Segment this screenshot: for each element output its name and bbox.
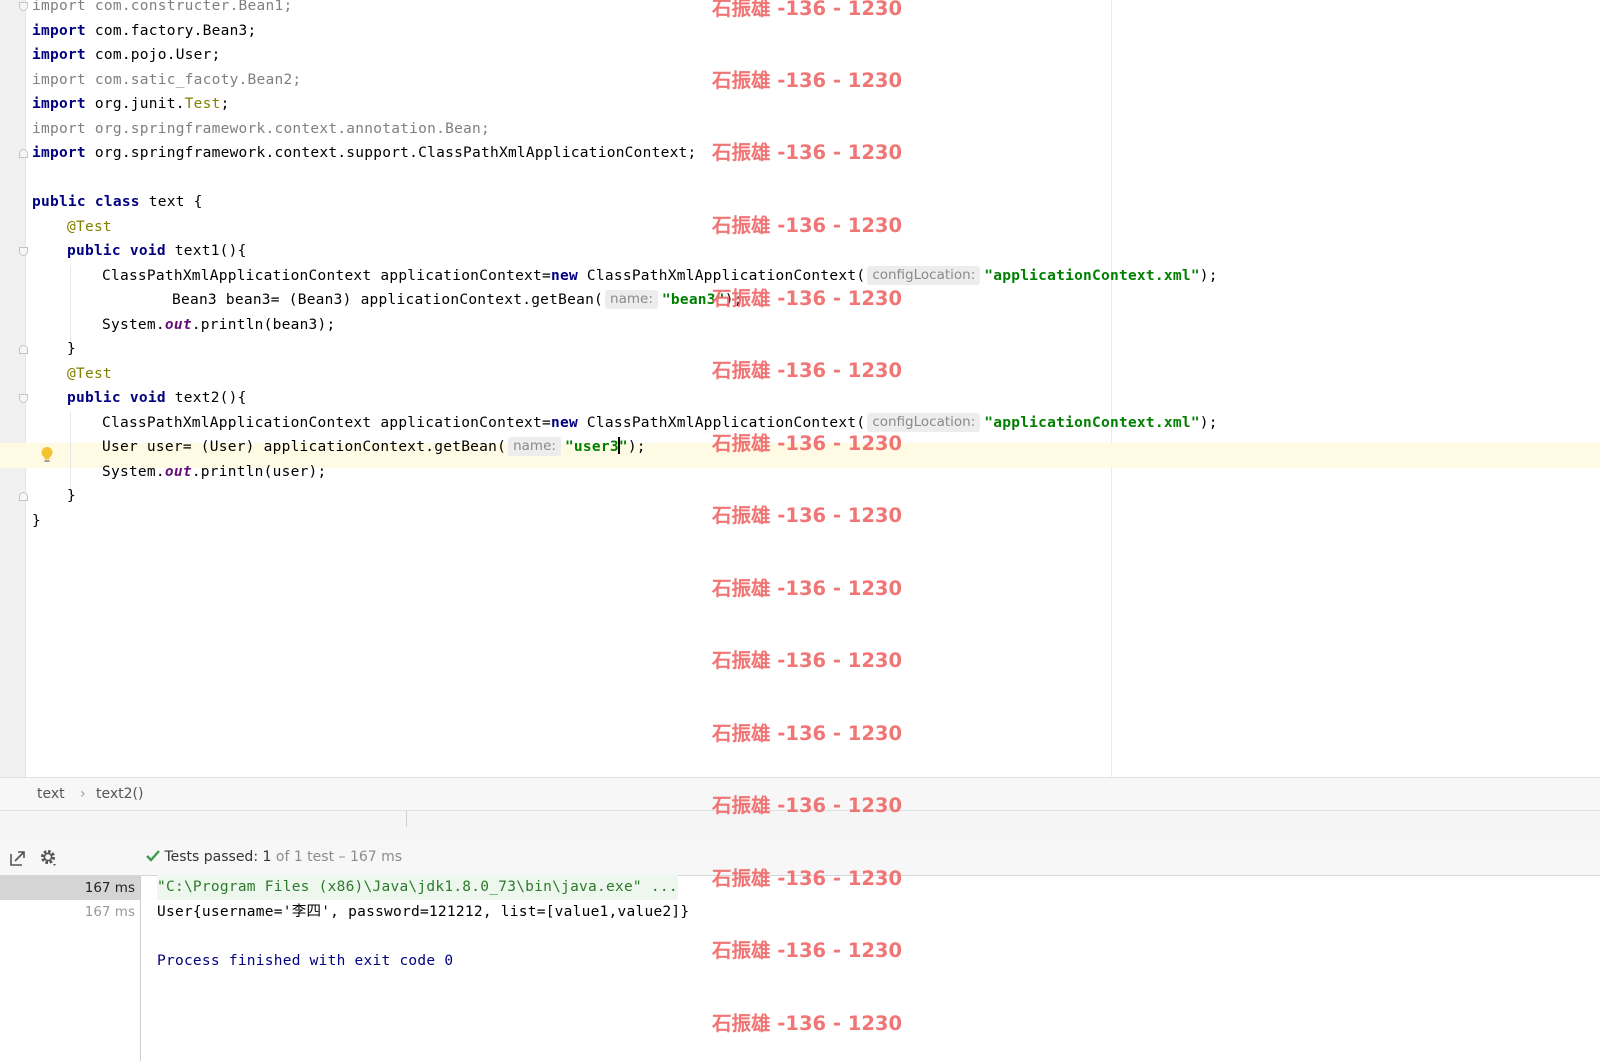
restore-layout-icon[interactable] xyxy=(8,848,28,868)
fold-marker-icon[interactable] xyxy=(19,247,28,256)
breadcrumb-item-method[interactable]: text2() xyxy=(96,786,143,802)
panel-divider[interactable] xyxy=(0,810,1600,842)
test-annotation: @Test xyxy=(67,218,112,235)
gear-icon[interactable] xyxy=(39,848,59,868)
fold-marker-icon[interactable] xyxy=(19,2,28,11)
code-editor[interactable]: import com.constructer.Bean1; import com… xyxy=(0,0,1600,777)
import-line: import org.springframework.context.annot… xyxy=(32,120,490,137)
parameter-hint: configLocation: xyxy=(867,265,981,285)
import-line: import com.constructer.Bean1; xyxy=(32,0,293,14)
import-line: import com.pojo.User; xyxy=(32,47,221,63)
import-line: import org.springframework.context.suppo… xyxy=(32,145,697,161)
console-output-line: User{username='李四', password=121212, lis… xyxy=(157,904,690,920)
test-annotation: @Test xyxy=(67,365,112,382)
lightbulb-icon[interactable] xyxy=(40,446,54,464)
import-line: import com.factory.Bean3; xyxy=(32,22,257,39)
test-status: Tests passed: 1 of 1 test – 167 ms xyxy=(146,849,402,865)
closing-brace: } xyxy=(67,488,76,504)
splitter-tick xyxy=(406,811,407,827)
console-output[interactable]: "C:\Program Files (x86)\Java\jdk1.8.0_73… xyxy=(141,875,1600,1061)
closing-brace: } xyxy=(32,512,41,529)
parameter-hint: name: xyxy=(508,437,561,456)
test-tree[interactable]: 167 ms 167 ms xyxy=(0,876,141,1061)
console-command-line[interactable]: "C:\Program Files (x86)\Java\jdk1.8.0_73… xyxy=(157,875,678,900)
closing-brace: } xyxy=(67,341,76,357)
fold-marker-icon[interactable] xyxy=(19,149,28,158)
method-signature: public void text2(){ xyxy=(67,390,247,406)
code-line-current[interactable]: User user= (User) applicationContext.get… xyxy=(102,435,646,460)
fold-marker-icon[interactable] xyxy=(19,492,28,501)
code-line: ClassPathXmlApplicationContext applicati… xyxy=(102,265,1218,285)
import-line: import com.satic_facoty.Bean2; xyxy=(32,71,302,88)
code-line: System.out.println(bean3); xyxy=(102,316,336,333)
parameter-hint: name: xyxy=(605,290,658,309)
console-exit-line: Process finished with exit code 0 xyxy=(157,953,454,969)
editor-gutter[interactable] xyxy=(0,0,26,777)
run-toolbar: Tests passed: 1 of 1 test – 167 ms xyxy=(0,841,1600,876)
import-line: import org.junit.Test; xyxy=(32,96,230,112)
right-margin-guide xyxy=(1111,0,1112,777)
method-signature: public void text1(){ xyxy=(67,243,247,259)
code-line: System.out.println(user); xyxy=(102,463,327,480)
code-line: ClassPathXmlApplicationContext applicati… xyxy=(102,412,1218,432)
check-icon xyxy=(146,850,160,862)
test-row[interactable]: 167 ms xyxy=(0,900,140,924)
breadcrumb-item-class[interactable]: text xyxy=(37,786,65,802)
breadcrumb-separator: › xyxy=(80,786,86,802)
code-line: Bean3 bean3= (Bean3) applicationContext.… xyxy=(172,290,743,309)
class-declaration: public class text { xyxy=(32,194,203,210)
parameter-hint: configLocation: xyxy=(867,412,981,432)
breadcrumb: text › text2() xyxy=(0,777,1600,811)
fold-marker-icon[interactable] xyxy=(19,394,28,403)
test-row[interactable]: 167 ms xyxy=(0,876,140,900)
fold-marker-icon[interactable] xyxy=(19,345,28,354)
